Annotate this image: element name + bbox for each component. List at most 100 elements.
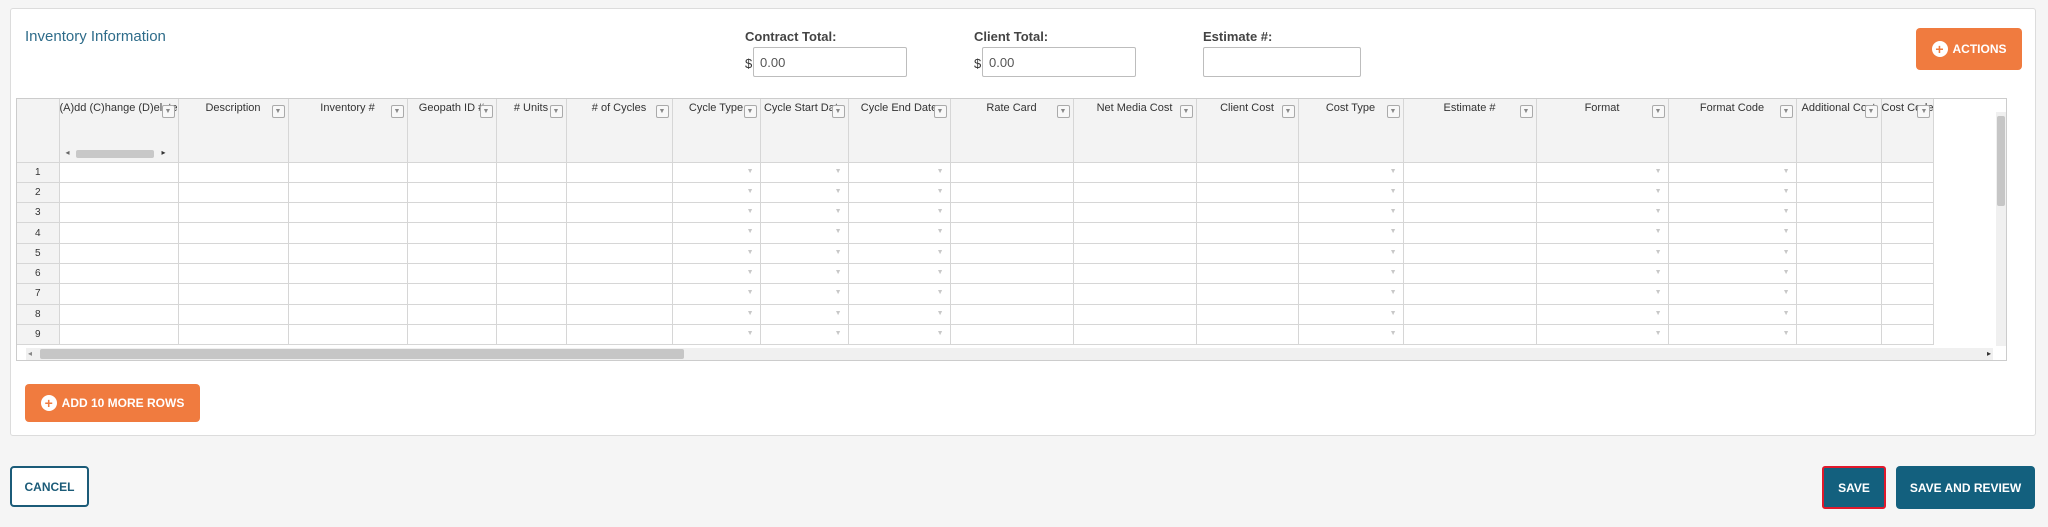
grid-cell[interactable] (59, 222, 179, 244)
grid-cell[interactable]: ▼ (672, 182, 761, 204)
grid-cell[interactable]: ▼ (1298, 324, 1404, 346)
dropdown-arrow-icon[interactable]: ▼ (835, 289, 842, 296)
grid-cell[interactable]: ▼ (1536, 324, 1669, 346)
grid-cell[interactable] (178, 243, 289, 264)
grid-cell[interactable] (496, 222, 567, 244)
dropdown-arrow-icon[interactable]: ▼ (1390, 208, 1397, 215)
grid-cell[interactable] (59, 324, 179, 346)
column-header[interactable]: # Units ▼ (496, 99, 567, 163)
grid-cell[interactable]: ▼ (1668, 283, 1797, 305)
dropdown-arrow-icon[interactable]: ▼ (747, 249, 754, 256)
scroll-left-icon[interactable]: ◂ (66, 148, 70, 157)
dropdown-arrow-icon[interactable]: ▼ (1783, 228, 1790, 235)
grid-cell[interactable] (288, 182, 408, 204)
grid-cell[interactable] (59, 243, 179, 264)
grid-cell[interactable]: ▼ (1298, 243, 1404, 264)
client-total-input[interactable]: 0.00 (982, 47, 1136, 77)
dropdown-arrow-icon[interactable]: ▼ (1655, 289, 1662, 296)
grid-cell[interactable] (178, 182, 289, 204)
grid-cell[interactable] (1796, 283, 1882, 305)
scroll-right-icon[interactable]: ▸ (161, 148, 165, 157)
dropdown-arrow-icon[interactable]: ▼ (937, 269, 944, 276)
grid-cell[interactable]: ▼ (1536, 202, 1669, 224)
grid-cell[interactable] (59, 304, 179, 325)
grid-cell[interactable] (950, 222, 1074, 244)
grid-cell[interactable]: ▼ (1536, 162, 1669, 183)
grid-cell[interactable]: ▼ (848, 202, 951, 224)
column-header[interactable]: Cycle Start Date ▼ (760, 99, 849, 163)
dropdown-arrow-icon[interactable]: ▼ (747, 330, 754, 337)
filter-icon[interactable]: ▼ (161, 105, 175, 118)
grid-cell[interactable] (1073, 304, 1197, 325)
grid-cell[interactable]: ▼ (760, 283, 849, 305)
filter-icon[interactable]: ▼ (1651, 105, 1665, 118)
filter-icon[interactable]: ▼ (1519, 105, 1533, 118)
filter-icon[interactable]: ▼ (831, 105, 845, 118)
grid-cell[interactable] (1073, 162, 1197, 183)
grid-cell[interactable]: ▼ (1536, 243, 1669, 264)
grid-cell[interactable]: ▼ (1298, 162, 1404, 183)
column-header[interactable]: (A)dd (C)hange (D)elete ▼ ◂ ▸ (59, 99, 179, 163)
filter-icon[interactable]: ▼ (390, 105, 404, 118)
grid-cell[interactable]: ▼ (760, 182, 849, 204)
grid-cell[interactable]: ▼ (1536, 263, 1669, 285)
grid-cell[interactable] (1196, 222, 1299, 244)
grid-cell[interactable] (407, 304, 497, 325)
grid-cell[interactable] (1403, 243, 1537, 264)
filter-icon[interactable]: ▼ (1179, 105, 1193, 118)
grid-cell[interactable] (178, 304, 289, 325)
dropdown-arrow-icon[interactable]: ▼ (937, 168, 944, 175)
grid-cell[interactable] (1881, 243, 1935, 264)
grid-cell[interactable]: ▼ (672, 162, 761, 183)
dropdown-arrow-icon[interactable]: ▼ (747, 168, 754, 175)
grid-cell[interactable] (566, 162, 673, 183)
grid-cell[interactable] (1403, 324, 1537, 346)
grid-cell[interactable] (1796, 182, 1882, 204)
dropdown-arrow-icon[interactable]: ▼ (747, 228, 754, 235)
grid-cell[interactable]: ▼ (760, 324, 849, 346)
save-and-review-button[interactable]: SAVE AND REVIEW (1896, 466, 2035, 509)
dropdown-arrow-icon[interactable]: ▼ (1655, 208, 1662, 215)
dropdown-arrow-icon[interactable]: ▼ (937, 289, 944, 296)
grid-cell[interactable] (1196, 182, 1299, 204)
grid-cell[interactable] (407, 243, 497, 264)
grid-cell[interactable] (496, 263, 567, 285)
filter-icon[interactable]: ▼ (479, 105, 493, 118)
column-header[interactable]: Additional Cost ▼ (1796, 99, 1882, 163)
grid-cell[interactable] (407, 263, 497, 285)
filter-icon[interactable]: ▼ (933, 105, 947, 118)
grid-cell[interactable] (59, 283, 179, 305)
grid-cell[interactable] (496, 182, 567, 204)
grid-cell[interactable] (1796, 162, 1882, 183)
dropdown-arrow-icon[interactable]: ▼ (937, 249, 944, 256)
grid-cell[interactable] (566, 283, 673, 305)
grid-cell[interactable] (950, 182, 1074, 204)
grid-cell[interactable] (1881, 162, 1935, 183)
grid-vertical-scrollbar[interactable] (1996, 112, 2006, 346)
grid-cell[interactable] (496, 162, 567, 183)
dropdown-arrow-icon[interactable]: ▼ (1655, 269, 1662, 276)
dropdown-arrow-icon[interactable]: ▼ (1655, 228, 1662, 235)
grid-cell[interactable] (1403, 162, 1537, 183)
grid-cell[interactable] (1881, 283, 1935, 305)
dropdown-arrow-icon[interactable]: ▼ (747, 269, 754, 276)
grid-cell[interactable] (1881, 304, 1935, 325)
grid-cell[interactable] (407, 182, 497, 204)
grid-cell[interactable] (496, 324, 567, 346)
dropdown-arrow-icon[interactable]: ▼ (937, 228, 944, 235)
dropdown-arrow-icon[interactable]: ▼ (835, 188, 842, 195)
grid-cell[interactable]: ▼ (1298, 202, 1404, 224)
dropdown-arrow-icon[interactable]: ▼ (1390, 310, 1397, 317)
grid-cell[interactable] (1796, 243, 1882, 264)
grid-cell[interactable]: ▼ (760, 222, 849, 244)
estimate-input[interactable] (1203, 47, 1361, 77)
dropdown-arrow-icon[interactable]: ▼ (835, 168, 842, 175)
grid-cell[interactable] (59, 263, 179, 285)
grid-cell[interactable] (1073, 283, 1197, 305)
dropdown-arrow-icon[interactable]: ▼ (1783, 330, 1790, 337)
horizontal-scroll-thumb[interactable] (40, 349, 684, 359)
grid-cell[interactable] (178, 324, 289, 346)
dropdown-arrow-icon[interactable]: ▼ (1390, 269, 1397, 276)
grid-cell[interactable] (1196, 283, 1299, 305)
grid-cell[interactable] (178, 202, 289, 224)
